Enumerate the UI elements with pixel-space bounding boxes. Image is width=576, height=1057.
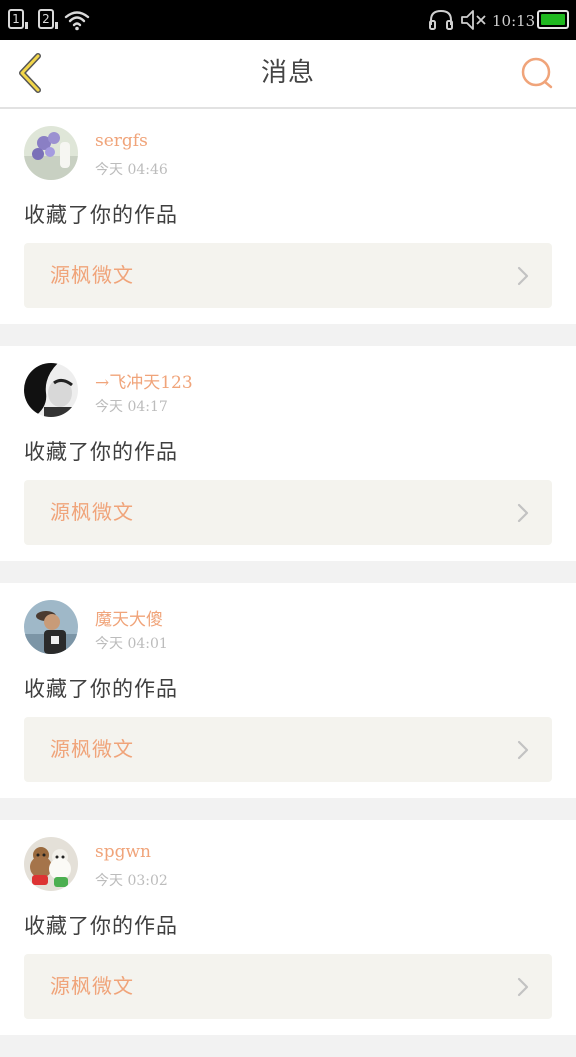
avatar[interactable]	[24, 837, 78, 891]
action-text: 收藏了你的作品	[24, 677, 178, 701]
status-bar: 1 2 10:13	[0, 0, 576, 40]
timestamp: 今天 03:02	[95, 873, 168, 889]
avatar[interactable]	[24, 363, 78, 417]
work-link[interactable]: 源枫微文	[24, 480, 552, 545]
username[interactable]: sergfs	[95, 131, 148, 151]
status-time: 10:13	[492, 12, 536, 30]
work-link[interactable]: 源枫微文	[24, 717, 552, 782]
username[interactable]: →飞冲天123	[95, 368, 193, 393]
chevron-right-icon	[517, 740, 529, 760]
sim2-icon: 2	[38, 9, 58, 29]
app-header: 消息	[0, 40, 576, 109]
username[interactable]: 魔天大傻	[95, 605, 163, 630]
timestamp: 今天 04:17	[95, 399, 168, 415]
work-title: 源枫微文	[50, 974, 134, 998]
username[interactable]: spgwn	[95, 842, 151, 862]
avatar[interactable]	[24, 126, 78, 180]
message-item: 魔天大傻 今天 04:01 收藏了你的作品 源枫微文	[0, 583, 576, 798]
chevron-right-icon	[517, 977, 529, 997]
avatar[interactable]	[24, 600, 78, 654]
work-link[interactable]: 源枫微文	[24, 954, 552, 1019]
battery-level	[541, 14, 565, 25]
wifi-icon	[64, 11, 90, 31]
chevron-right-icon	[517, 266, 529, 286]
mute-icon	[461, 10, 486, 30]
message-item: →飞冲天123 今天 04:17 收藏了你的作品 源枫微文	[0, 346, 576, 561]
work-link[interactable]: 源枫微文	[24, 243, 552, 308]
message-item: spgwn 今天 03:02 收藏了你的作品 源枫微文	[0, 820, 576, 1035]
work-title: 源枫微文	[50, 500, 134, 524]
chevron-right-icon	[517, 503, 529, 523]
action-text: 收藏了你的作品	[24, 203, 178, 227]
search-button[interactable]	[518, 54, 558, 94]
action-text: 收藏了你的作品	[24, 440, 178, 464]
message-list[interactable]: sergfs 今天 04:46 收藏了你的作品 源枫微文 →飞冲天123 今天 …	[0, 109, 576, 1057]
work-title: 源枫微文	[50, 737, 134, 761]
timestamp: 今天 04:01	[95, 636, 168, 652]
sim1-icon: 1	[8, 9, 28, 29]
action-text: 收藏了你的作品	[24, 914, 178, 938]
headset-icon	[429, 9, 453, 30]
page-title: 消息	[260, 58, 315, 88]
message-item: sergfs 今天 04:46 收藏了你的作品 源枫微文	[0, 109, 576, 324]
timestamp: 今天 04:46	[95, 162, 168, 178]
work-title: 源枫微文	[50, 263, 134, 287]
battery-icon	[537, 10, 569, 29]
